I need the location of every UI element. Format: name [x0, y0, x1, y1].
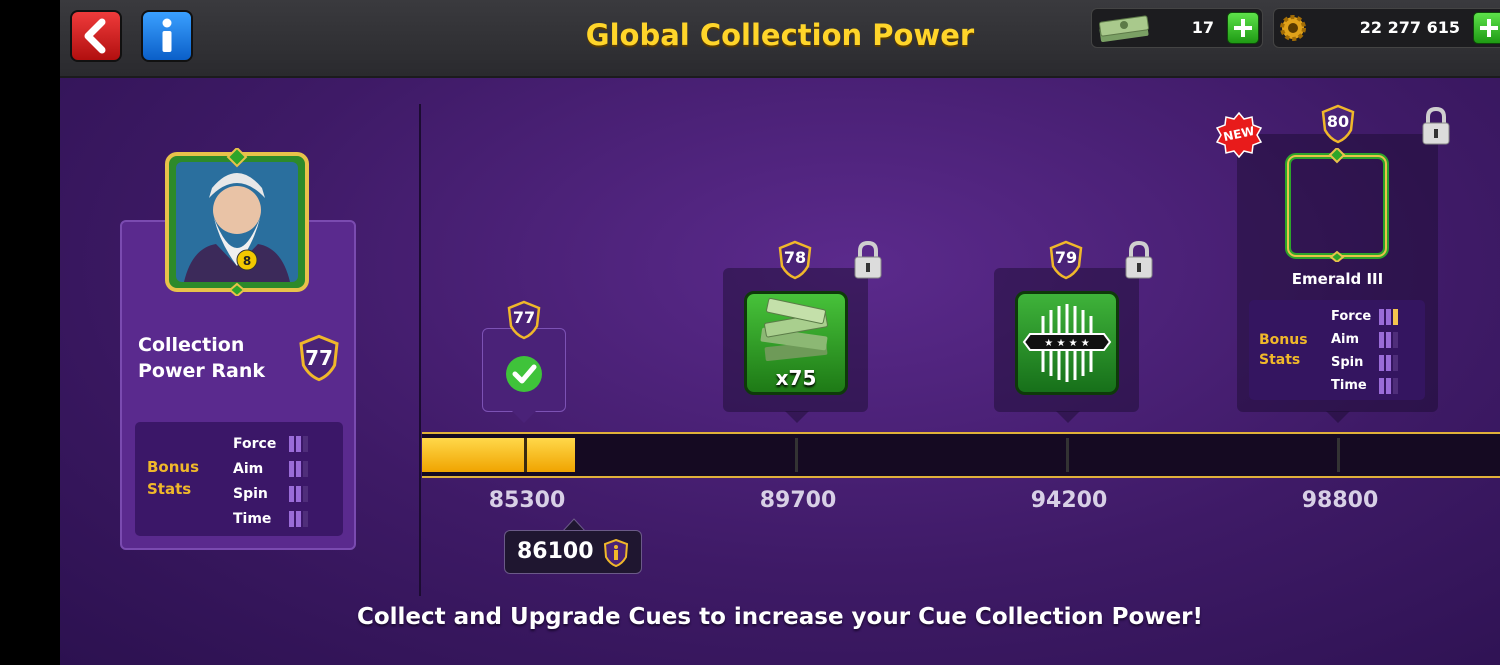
stat-aim-label: Aim: [1331, 332, 1360, 347]
stat-spin-bar: [289, 486, 308, 502]
stat-aim-label: Aim: [233, 461, 264, 477]
milestone-80-pointer: [1326, 411, 1350, 423]
current-value: 86100: [517, 539, 594, 564]
stat-time-bar: [1379, 378, 1398, 394]
coins-counter: 22 277 615: [1273, 8, 1500, 48]
bonus-stats-label: Bonus Stats: [147, 458, 200, 498]
stat-aim-bar: [1379, 332, 1398, 348]
cash-counter: 17: [1091, 8, 1263, 48]
cash-value: 17: [1191, 18, 1214, 37]
emerald-frame-icon: [1284, 146, 1390, 264]
stat-force-bar: [289, 436, 308, 452]
progress-fill: [422, 438, 575, 472]
svg-text:8: 8: [243, 254, 251, 268]
rank-value: 77: [305, 346, 333, 370]
milestone-80-level-shield: 80: [1320, 104, 1356, 144]
checkmark-icon: [506, 356, 542, 392]
info-icon: [603, 539, 629, 567]
cash-stack-icon: [760, 297, 828, 362]
reward-name: Emerald III: [1291, 270, 1384, 288]
top-bar: Global Collection Power 17 22 277 615: [60, 0, 1500, 78]
lock-icon: [1125, 240, 1153, 279]
milestone-78-reward[interactable]: x75: [744, 291, 848, 395]
milestone-78-pointer: [785, 411, 809, 423]
cue-rack-icon: ★ ★ ★ ★: [1022, 304, 1112, 382]
rank-label: Collection Power Rank: [138, 334, 266, 382]
stat-force-label: Force: [233, 436, 277, 452]
stat-aim-bar: [289, 461, 308, 477]
cash-icon: [1099, 15, 1149, 43]
stat-spin-label: Spin: [233, 486, 268, 502]
coins-icon: [1280, 15, 1306, 41]
svg-text:★ ★ ★ ★: ★ ★ ★ ★: [1044, 338, 1089, 349]
stat-time-label: Time: [1331, 378, 1367, 393]
milestone-79-reward[interactable]: ★ ★ ★ ★: [1015, 291, 1119, 395]
rank-shield-icon: 77: [297, 334, 341, 382]
bonus-stats-label: Bonus Stats: [1259, 332, 1308, 368]
rank-bonus-stats: Bonus Stats Force Aim Spin Time: [135, 422, 343, 536]
milestone-79-points: 94200: [1030, 488, 1108, 513]
milestone-80-points: 98800: [1301, 488, 1379, 513]
stat-force-bar: [1379, 309, 1398, 325]
milestone-80-bonus-stats: Bonus Stats Force Aim Spin Time: [1249, 300, 1425, 400]
milestone-78-level-shield: 78: [777, 240, 813, 280]
add-cash-button[interactable]: [1227, 12, 1259, 44]
lock-icon: [854, 240, 882, 279]
stat-spin-bar: [1379, 355, 1398, 371]
milestone-tick: [1066, 438, 1069, 472]
coins-value: 22 277 615: [1359, 18, 1460, 37]
reward-quantity: x75: [775, 366, 817, 390]
milestone-77-pointer: [512, 411, 536, 423]
lock-icon: [1422, 106, 1450, 145]
stat-spin-label: Spin: [1331, 355, 1364, 370]
avatar: 8: [164, 146, 310, 298]
footer-hint: Collect and Upgrade Cues to increase you…: [356, 604, 1204, 630]
panel-divider: [419, 104, 421, 596]
milestone-79-pointer: [1056, 411, 1080, 423]
add-coins-button[interactable]: [1473, 12, 1500, 44]
stat-time-label: Time: [233, 511, 272, 527]
milestone-tick: [524, 438, 527, 472]
stat-time-bar: [289, 511, 308, 527]
milestone-78-points: 89700: [759, 488, 837, 513]
new-badge: NEW: [1214, 111, 1264, 159]
milestone-tick: [1337, 438, 1340, 472]
game-screen: Global Collection Power 17 22 277 615 Co…: [60, 0, 1500, 665]
milestone-tick: [795, 438, 798, 472]
stat-force-label: Force: [1331, 309, 1372, 324]
current-value-box[interactable]: 86100: [504, 530, 642, 574]
milestone-79-level-shield: 79: [1048, 240, 1084, 280]
milestone-77[interactable]: [482, 328, 566, 412]
milestone-77-level-shield: 77: [506, 300, 542, 340]
milestone-77-points: 85300: [488, 488, 566, 513]
progress-track: [422, 432, 1500, 478]
